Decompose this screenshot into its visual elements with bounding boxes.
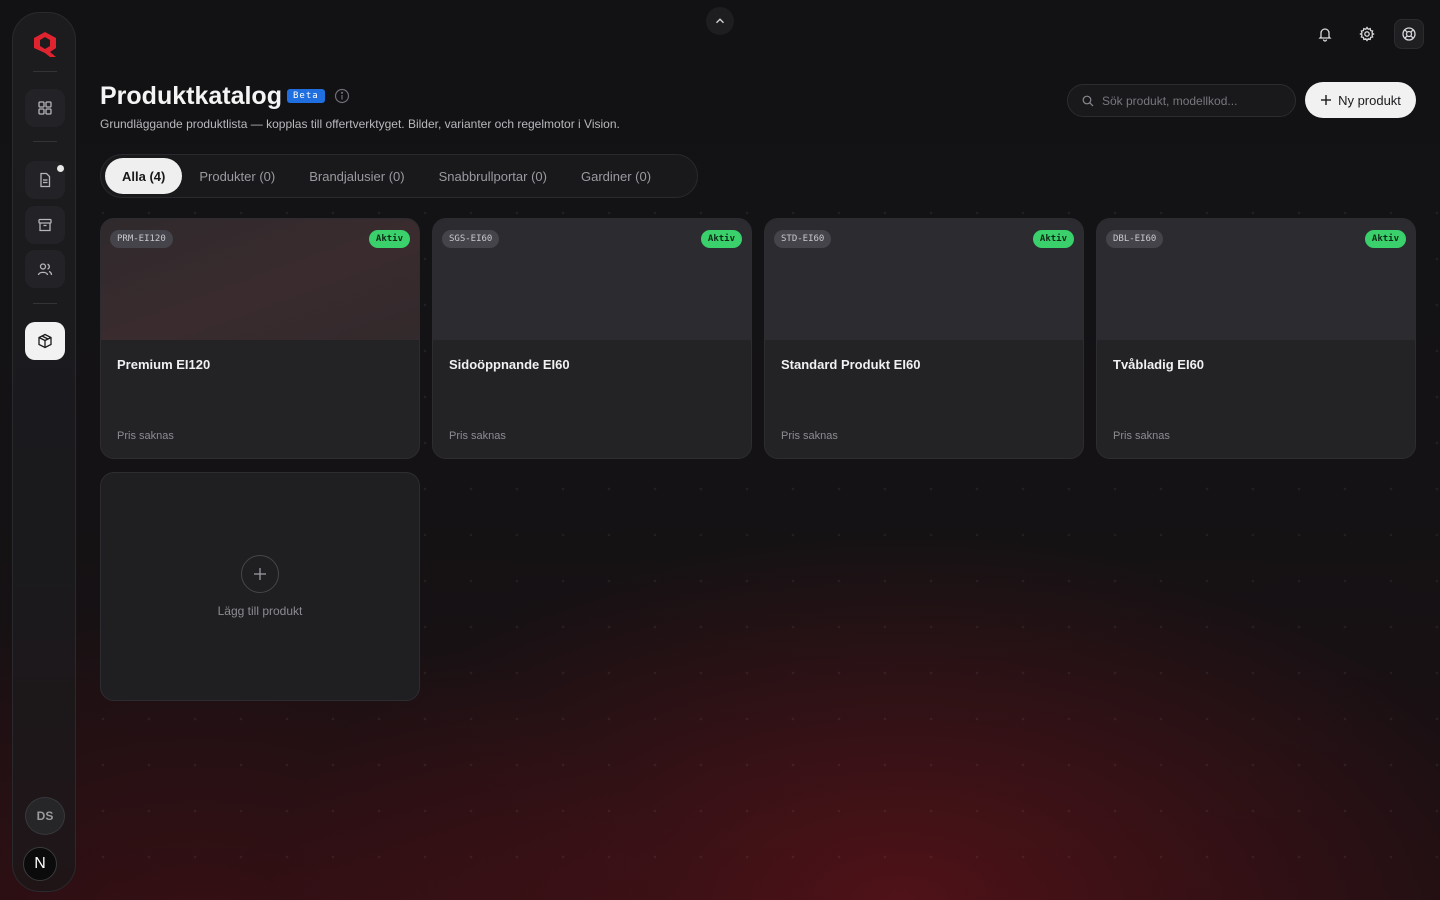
help-button[interactable] <box>1394 19 1424 49</box>
notification-dot <box>57 165 64 172</box>
top-toolbar <box>1310 19 1424 49</box>
product-price: Pris saknas <box>781 430 838 442</box>
lifebuoy-icon <box>1402 27 1416 41</box>
product-price: Pris saknas <box>1113 430 1170 442</box>
product-card[interactable]: SGS-EI60 Aktiv Sidoöppnande EI60 Pris sa… <box>432 218 752 459</box>
sidebar-divider <box>33 141 57 142</box>
product-price: Pris saknas <box>449 430 506 442</box>
collapse-header-button[interactable] <box>706 7 734 35</box>
user-avatar[interactable]: DS <box>25 797 65 835</box>
product-image-placeholder: PRM-EI120 Aktiv <box>101 219 419 340</box>
bell-icon <box>1318 28 1332 42</box>
product-name: Premium EI120 <box>117 357 211 372</box>
search-input[interactable] <box>1102 93 1272 108</box>
tab-fire-shutters[interactable]: Brandjalusier (0) <box>292 158 421 194</box>
search-box[interactable] <box>1067 84 1296 117</box>
product-name: Standard Produkt EI60 <box>781 357 921 372</box>
product-code-badge: SGS-EI60 <box>442 230 500 248</box>
settings-button[interactable] <box>1352 19 1382 49</box>
new-product-label: Ny produkt <box>1338 92 1401 108</box>
dashboard-icon <box>38 101 52 115</box>
new-product-button[interactable]: Ny produkt <box>1305 82 1416 118</box>
category-tabs: Alla (4) Produkter (0) Brandjalusier (0)… <box>100 154 698 198</box>
add-product-label: Lägg till produkt <box>217 604 303 618</box>
product-card[interactable]: PRM-EI120 Aktiv Premium EI120 Pris sakna… <box>100 218 420 459</box>
product-card[interactable]: DBL-EI60 Aktiv Tvåbladig EI60 Pris sakna… <box>1096 218 1416 459</box>
info-icon[interactable] <box>334 88 350 104</box>
notifications-button[interactable] <box>1310 19 1340 49</box>
tab-rapid-roll-doors[interactable]: Snabbrullportar (0) <box>422 158 564 194</box>
sidebar-divider <box>33 303 57 304</box>
status-badge: Aktiv <box>368 230 410 248</box>
add-product-button[interactable] <box>241 555 279 593</box>
beta-badge: Beta <box>287 89 325 103</box>
page-subtitle: Grundläggande produktlista — kopplas til… <box>100 117 620 131</box>
product-image-placeholder: SGS-EI60 Aktiv <box>433 219 751 340</box>
document-icon <box>40 172 51 188</box>
tab-products[interactable]: Produkter (0) <box>182 158 292 194</box>
sidebar: DS N <box>12 12 76 892</box>
package-icon <box>38 333 52 349</box>
sidebar-item-products[interactable] <box>25 322 65 360</box>
product-card[interactable]: STD-EI60 Aktiv Standard Produkt EI60 Pri… <box>764 218 1084 459</box>
plus-icon <box>254 568 266 580</box>
status-badge: Aktiv <box>1364 230 1406 248</box>
product-code-badge: STD-EI60 <box>774 230 832 248</box>
product-name: Sidoöppnande EI60 <box>449 357 570 372</box>
product-image-placeholder: STD-EI60 Aktiv <box>765 219 1083 340</box>
sidebar-divider <box>33 71 57 72</box>
status-badge: Aktiv <box>1032 230 1074 248</box>
sidebar-item-archive[interactable] <box>25 206 65 244</box>
product-code-badge: DBL-EI60 <box>1106 230 1164 248</box>
status-badge: Aktiv <box>700 230 742 248</box>
sidebar-item-users[interactable] <box>25 250 65 288</box>
page-title: Produktkatalog <box>100 82 282 110</box>
chevron-up-icon <box>716 18 724 24</box>
tab-curtains[interactable]: Gardiner (0) <box>564 158 668 194</box>
app-logo[interactable] <box>29 29 61 61</box>
bottom-badge[interactable]: N <box>23 847 57 881</box>
product-image-placeholder: DBL-EI60 Aktiv <box>1097 219 1415 340</box>
product-name: Tvåbladig EI60 <box>1113 357 1205 372</box>
tab-all[interactable]: Alla (4) <box>105 158 183 194</box>
archive-icon <box>38 218 52 232</box>
gear-icon <box>1359 26 1375 42</box>
product-code-badge: PRM-EI120 <box>110 230 173 248</box>
users-icon <box>37 263 53 276</box>
sidebar-item-dashboard[interactable] <box>25 89 65 127</box>
product-price: Pris saknas <box>117 430 174 442</box>
plus-icon <box>1321 95 1332 105</box>
search-icon <box>1082 95 1094 106</box>
add-product-card[interactable]: Lägg till produkt <box>100 472 420 701</box>
